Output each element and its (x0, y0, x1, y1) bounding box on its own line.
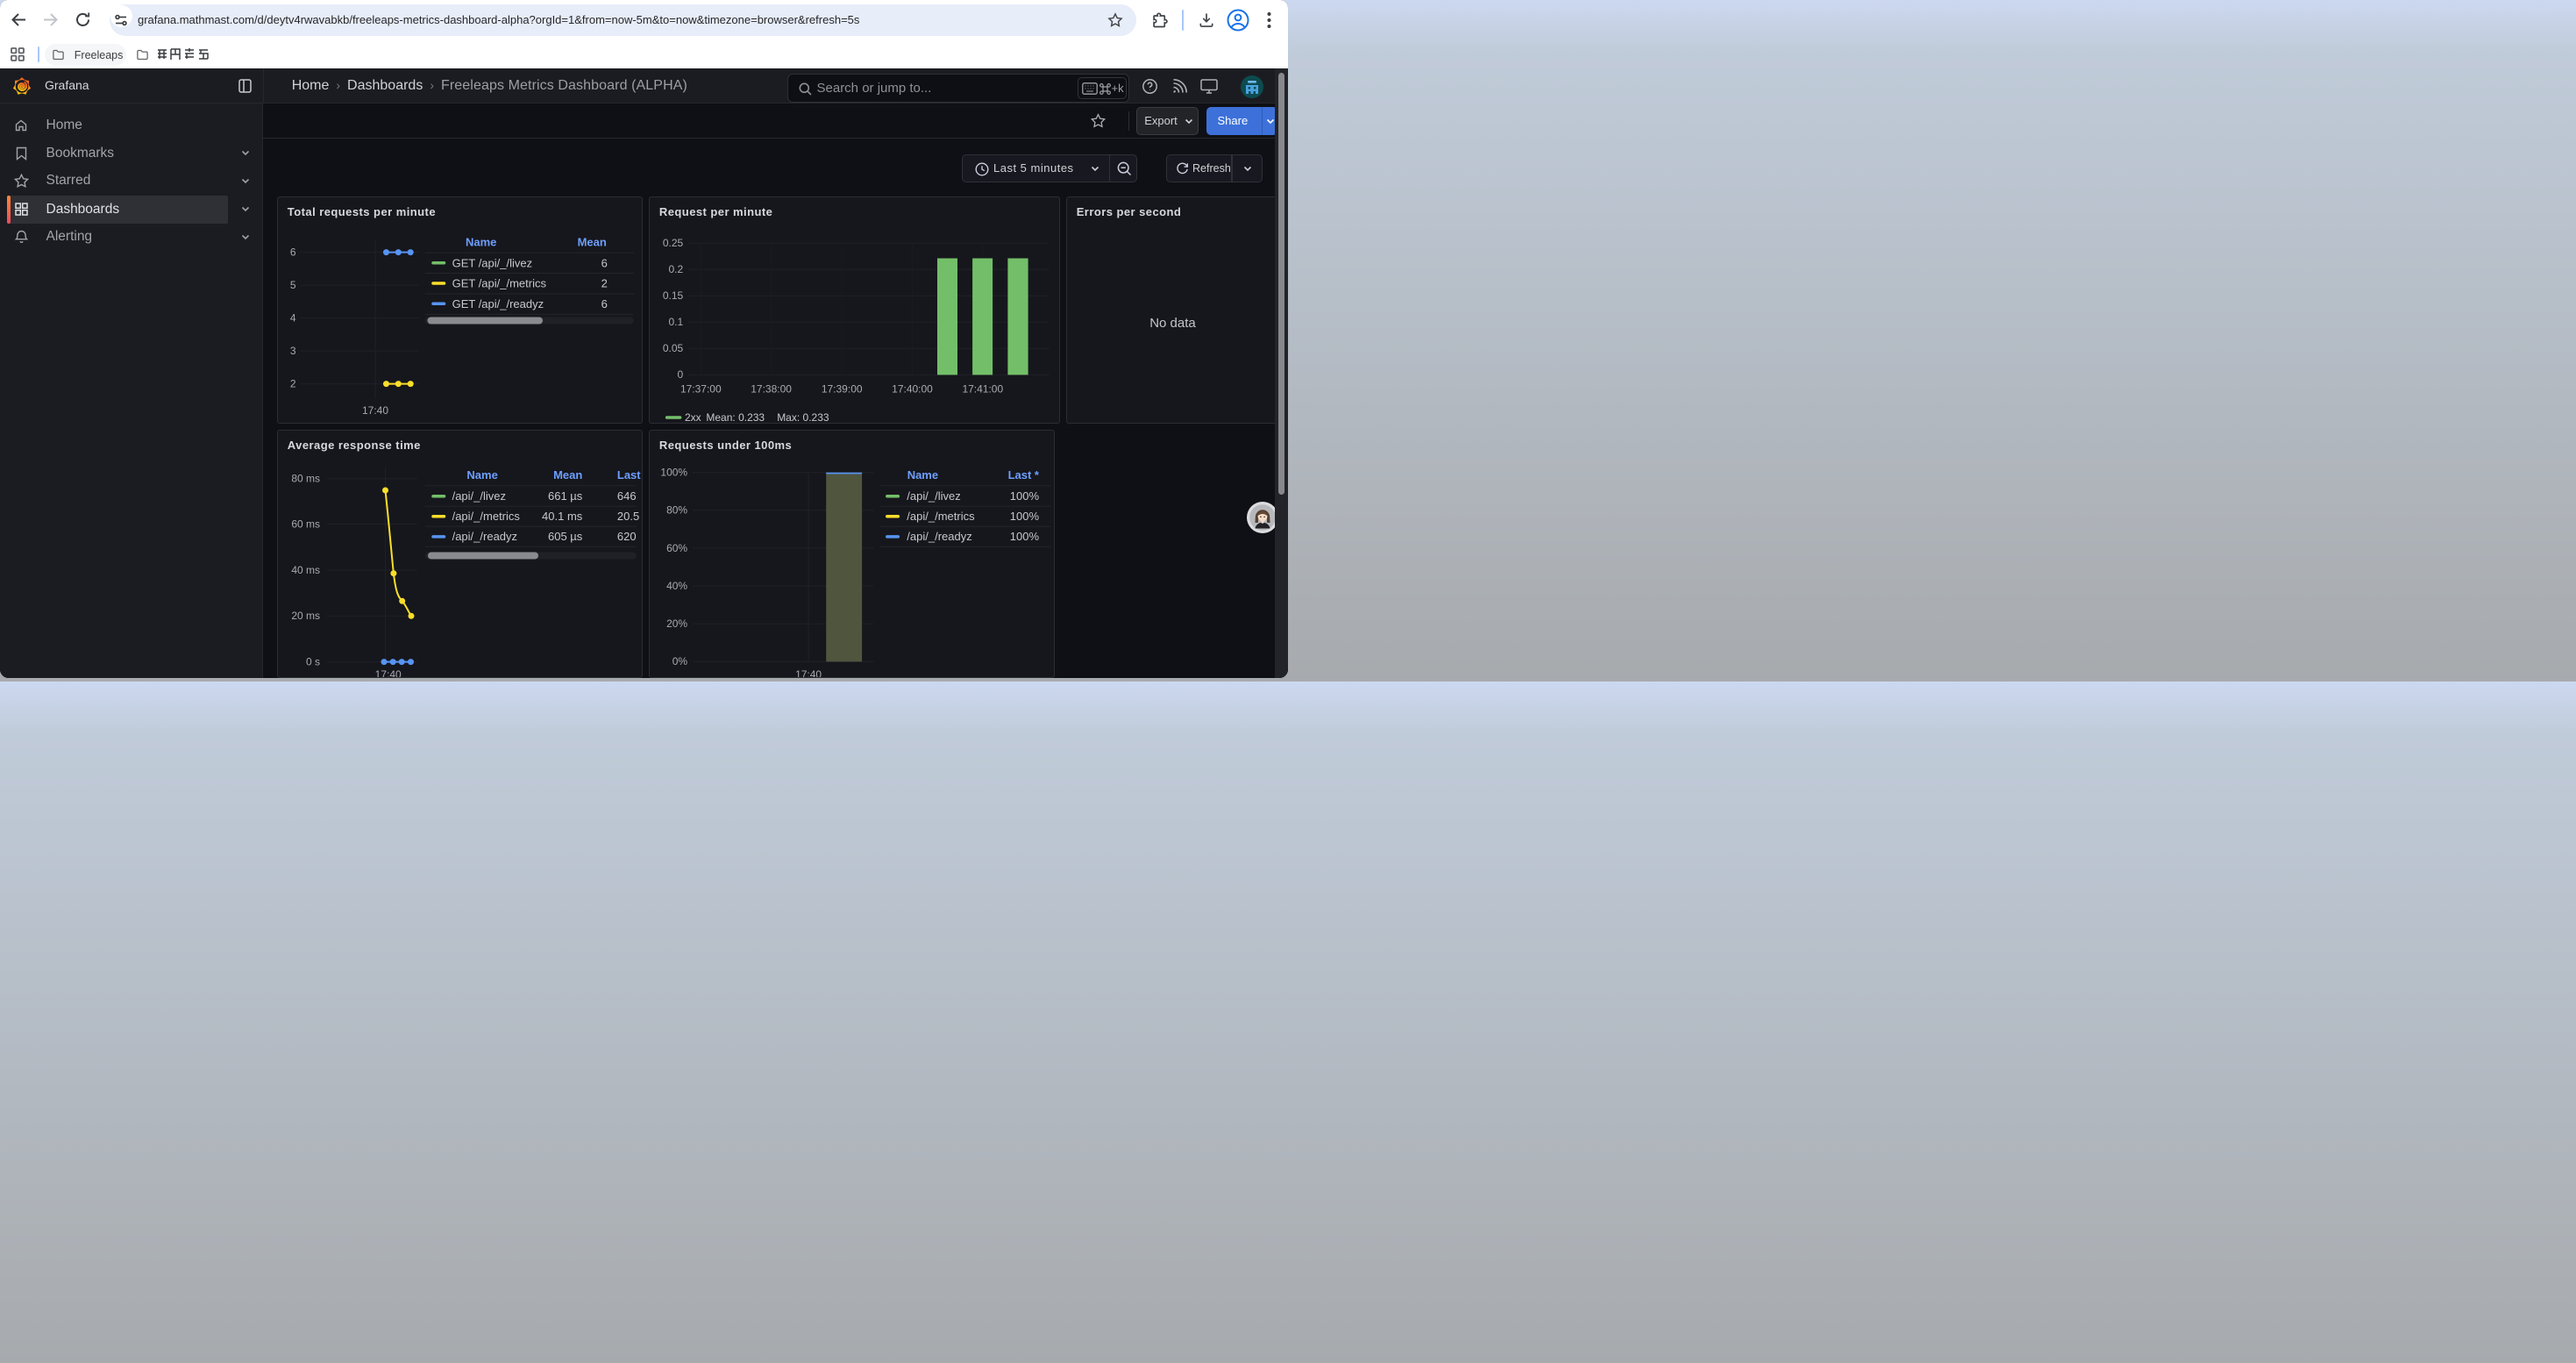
svg-text:GET /api/_/livez: GET /api/_/livez (452, 256, 533, 269)
svg-text:/api/_/readyz: /api/_/readyz (452, 530, 517, 543)
svg-text:Last *: Last * (617, 468, 643, 482)
svg-text:620: 620 (617, 530, 637, 543)
svg-text:40.1 ms: 40.1 ms (542, 510, 583, 523)
svg-text:60 ms: 60 ms (292, 517, 321, 530)
svg-text:100%: 100% (1010, 510, 1040, 523)
svg-text:Name: Name (467, 468, 498, 482)
svg-text:/api/_/readyz: /api/_/readyz (907, 530, 972, 543)
svg-text:80%: 80% (666, 504, 687, 517)
svg-text:40%: 40% (666, 580, 687, 592)
svg-text:17:40:00: 17:40:00 (893, 382, 934, 395)
svg-text:17:37:00: 17:37:00 (680, 382, 722, 395)
svg-text:6: 6 (290, 246, 296, 258)
svg-text:605 µs: 605 µs (548, 530, 583, 543)
svg-text:17:40: 17:40 (375, 668, 402, 678)
svg-text:17:39:00: 17:39:00 (822, 382, 863, 395)
svg-text:2: 2 (601, 276, 608, 289)
svg-text:0.05: 0.05 (663, 342, 684, 354)
svg-text:17:38:00: 17:38:00 (751, 382, 793, 395)
svg-text:20%: 20% (666, 617, 687, 630)
svg-text:0.2: 0.2 (669, 263, 684, 275)
svg-text:100%: 100% (1010, 489, 1040, 503)
svg-text:17:40: 17:40 (362, 404, 388, 417)
svg-text:0%: 0% (672, 655, 688, 667)
svg-text:0.15: 0.15 (663, 289, 684, 302)
svg-text:100%: 100% (661, 467, 688, 479)
svg-text:661 µs: 661 µs (548, 489, 583, 503)
svg-text:60%: 60% (666, 542, 687, 554)
svg-text:6: 6 (601, 296, 608, 310)
svg-text:20 ms: 20 ms (292, 610, 321, 622)
svg-text:Mean: Mean (578, 235, 607, 248)
svg-text:40 ms: 40 ms (292, 564, 321, 576)
svg-text:0 s: 0 s (306, 655, 320, 667)
svg-text:100%: 100% (1010, 530, 1040, 543)
svg-text:0: 0 (678, 368, 684, 381)
svg-text:Mean: 0.233: Mean: 0.233 (707, 411, 765, 424)
svg-text:20.5 r: 20.5 r (617, 510, 643, 523)
svg-text:GET /api/_/readyz: GET /api/_/readyz (452, 296, 544, 310)
svg-text:Name: Name (466, 235, 496, 248)
svg-text:17:40: 17:40 (795, 668, 822, 678)
svg-text:2xx: 2xx (685, 411, 701, 424)
svg-text:Name: Name (907, 468, 938, 482)
svg-text:3: 3 (290, 345, 296, 357)
svg-text:2: 2 (290, 377, 296, 389)
svg-text:0.25: 0.25 (663, 237, 684, 249)
svg-text:GET /api/_/metrics: GET /api/_/metrics (452, 276, 547, 289)
svg-text:0.1: 0.1 (669, 316, 684, 328)
svg-text:6: 6 (601, 256, 608, 269)
svg-text:80 ms: 80 ms (292, 473, 321, 485)
svg-text:/api/_/livez: /api/_/livez (907, 489, 961, 503)
svg-text:17:41:00: 17:41:00 (963, 382, 1004, 395)
svg-text:5: 5 (290, 279, 296, 291)
svg-text:4: 4 (290, 311, 296, 324)
svg-text:Max: 0.233: Max: 0.233 (778, 411, 830, 424)
svg-text:/api/_/livez: /api/_/livez (452, 489, 506, 503)
svg-text:646: 646 (617, 489, 637, 503)
svg-text:Last *: Last * (1008, 468, 1040, 482)
svg-text:/api/_/metrics: /api/_/metrics (907, 510, 976, 523)
svg-text:/api/_/metrics: /api/_/metrics (452, 510, 521, 523)
svg-text:Mean: Mean (553, 468, 582, 482)
